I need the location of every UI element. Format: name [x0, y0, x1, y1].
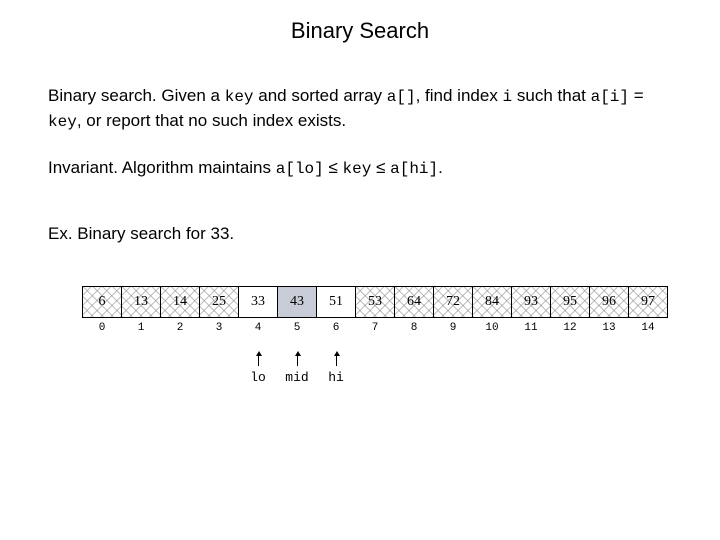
code-key3: key	[343, 160, 372, 178]
array-pointer-slot	[394, 354, 434, 385]
array-cell: 25	[199, 286, 239, 318]
arrow-up-icon	[297, 354, 298, 366]
array-pointer-slot	[472, 354, 512, 385]
code-array: a[]	[387, 88, 416, 106]
invariant-paragraph: Invariant. Algorithm maintains a[lo] ≤ k…	[48, 156, 672, 181]
code-i: i	[503, 88, 513, 106]
array-index: 6	[316, 322, 356, 334]
lead-label: Binary search.	[48, 86, 157, 105]
pointer-label: mid	[285, 370, 308, 385]
array-cell: 14	[160, 286, 200, 318]
array-index: 4	[238, 322, 278, 334]
array-cell: 13	[121, 286, 161, 318]
array-index: 5	[277, 322, 317, 334]
array-cell: 43	[277, 286, 317, 318]
array-cell: 33	[238, 286, 278, 318]
slide: Binary Search Binary search. Given a key…	[0, 0, 720, 540]
array-index: 11	[511, 322, 551, 334]
arrow-up-icon	[258, 354, 259, 366]
array-pointer-slot	[589, 354, 629, 385]
array-cell: 51	[316, 286, 356, 318]
code-key2: key	[48, 113, 77, 131]
array-cell: 93	[511, 286, 551, 318]
array-diagram: 61314253343515364728493959697 0123456789…	[82, 286, 682, 385]
array-pointer-slot: lo	[238, 354, 278, 385]
array-cell: 96	[589, 286, 629, 318]
array-cell: 84	[472, 286, 512, 318]
lead-label: Ex.	[48, 224, 73, 243]
array-pointer-slot	[121, 354, 161, 385]
array-pointer-slot	[628, 354, 668, 385]
definition-paragraph: Binary search. Given a key and sorted ar…	[48, 84, 672, 134]
array-value-row: 61314253343515364728493959697	[82, 286, 682, 318]
array-index: 0	[82, 322, 122, 334]
code-ahi: a[hi]	[390, 160, 438, 178]
code-alo: a[lo]	[276, 160, 324, 178]
code-key: key	[225, 88, 254, 106]
array-pointer-slot: mid	[277, 354, 317, 385]
array-index-row: 01234567891011121314	[82, 322, 682, 334]
array-pointer-slot	[82, 354, 122, 385]
array-index: 1	[121, 322, 161, 334]
array-cell: 6	[82, 286, 122, 318]
array-pointer-slot	[433, 354, 473, 385]
lead-label: Invariant.	[48, 158, 118, 177]
array-pointer-slot	[511, 354, 551, 385]
array-index: 3	[199, 322, 239, 334]
example-paragraph: Ex. Binary search for 33.	[48, 222, 672, 247]
array-cell: 64	[394, 286, 434, 318]
array-cell: 72	[433, 286, 473, 318]
array-pointer-slot: hi	[316, 354, 356, 385]
array-pointer-slot	[355, 354, 395, 385]
pointer-label: hi	[328, 370, 344, 385]
array-index: 13	[589, 322, 629, 334]
array-index: 12	[550, 322, 590, 334]
array-index: 8	[394, 322, 434, 334]
array-pointer-slot	[160, 354, 200, 385]
pointer-label: lo	[250, 370, 266, 385]
array-pointer-slot	[199, 354, 239, 385]
array-pointer-row: lo mid hi	[82, 354, 682, 385]
slide-title: Binary Search	[48, 18, 672, 44]
arrow-up-icon	[336, 354, 337, 366]
array-index: 7	[355, 322, 395, 334]
array-index: 2	[160, 322, 200, 334]
array-index: 14	[628, 322, 668, 334]
array-pointer-slot	[550, 354, 590, 385]
array-cell: 95	[550, 286, 590, 318]
array-cell: 97	[628, 286, 668, 318]
array-cell: 53	[355, 286, 395, 318]
array-index: 9	[433, 322, 473, 334]
code-ai: a[i]	[591, 88, 629, 106]
array-index: 10	[472, 322, 512, 334]
